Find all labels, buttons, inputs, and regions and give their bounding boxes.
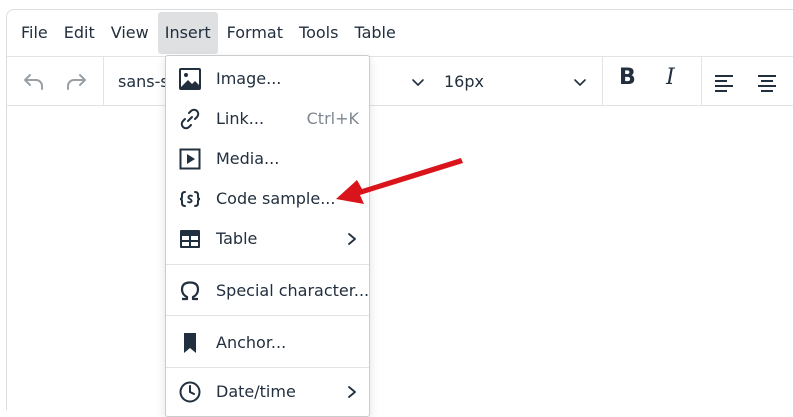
table-icon [180, 230, 200, 248]
bookmark-icon [184, 333, 196, 353]
menu-item-label: Media... [216, 149, 280, 168]
chevron-down-icon[interactable] [573, 75, 587, 89]
image-icon [179, 68, 201, 90]
menu-item-label: Special character... [216, 281, 370, 300]
menu-item-label: Table [216, 229, 258, 248]
menu-item-image[interactable]: Image... [166, 59, 369, 99]
italic-button[interactable]: I [666, 65, 675, 90]
menu-item-special-character[interactable]: Special character... [166, 271, 369, 311]
align-left-button[interactable] [711, 69, 737, 95]
menu-tools[interactable]: Tools [292, 12, 345, 54]
menu-insert[interactable]: Insert [157, 12, 218, 54]
toolbar-divider [701, 57, 702, 105]
redo-icon [67, 74, 86, 90]
chevron-right-icon [348, 233, 356, 245]
menu-item-label: Link... [216, 109, 265, 128]
media-icon [179, 148, 201, 170]
menu-separator [166, 315, 369, 316]
undo-button[interactable] [21, 69, 47, 95]
menu-format[interactable]: Format [220, 12, 290, 54]
link-icon [180, 108, 200, 130]
omega-icon [180, 281, 200, 301]
align-center-button[interactable] [754, 69, 780, 95]
menu-item-shortcut: Ctrl+K [306, 109, 359, 128]
clock-icon [179, 381, 201, 403]
menu-separator [166, 367, 369, 368]
redo-button[interactable] [63, 69, 89, 95]
menu-item-label: Image... [216, 69, 282, 88]
menu-view[interactable]: View [104, 12, 156, 54]
font-size-value: 16px [444, 71, 484, 91]
font-size-select[interactable]: 16px [444, 57, 484, 105]
insert-menu: Image... Link... Ctrl+K Media... Code sa… [165, 55, 370, 417]
menu-item-media[interactable]: Media... [166, 139, 369, 179]
align-center-icon [758, 75, 776, 92]
menu-file[interactable]: File [14, 12, 55, 54]
menu-item-table[interactable]: Table [166, 219, 369, 259]
toolbar: sans-serif 16px B I [7, 57, 793, 106]
menu-edit[interactable]: Edit [57, 12, 102, 54]
menu-item-link[interactable]: Link... Ctrl+K [166, 99, 369, 139]
menu-separator [166, 264, 369, 265]
align-left-icon [715, 75, 733, 92]
code-sample-icon [179, 191, 201, 207]
menubar: File Edit View Insert Format Tools Table [7, 10, 793, 57]
menu-item-label: Code sample... [216, 189, 336, 208]
toolbar-divider [103, 57, 104, 105]
undo-icon [24, 74, 43, 90]
menu-item-code-sample[interactable]: Code sample... [166, 179, 369, 219]
menu-item-label: Anchor... [216, 333, 287, 352]
toolbar-divider [602, 57, 603, 105]
rich-text-editor: File Edit View Insert Format Tools Table… [6, 9, 793, 410]
chevron-down-icon[interactable] [411, 75, 425, 89]
menu-item-anchor[interactable]: Anchor... [166, 323, 369, 363]
menu-item-date-time[interactable]: Date/time [166, 372, 369, 412]
menu-item-label: Date/time [216, 382, 296, 401]
bold-button[interactable]: B [619, 65, 636, 90]
menu-table[interactable]: Table [347, 12, 402, 54]
